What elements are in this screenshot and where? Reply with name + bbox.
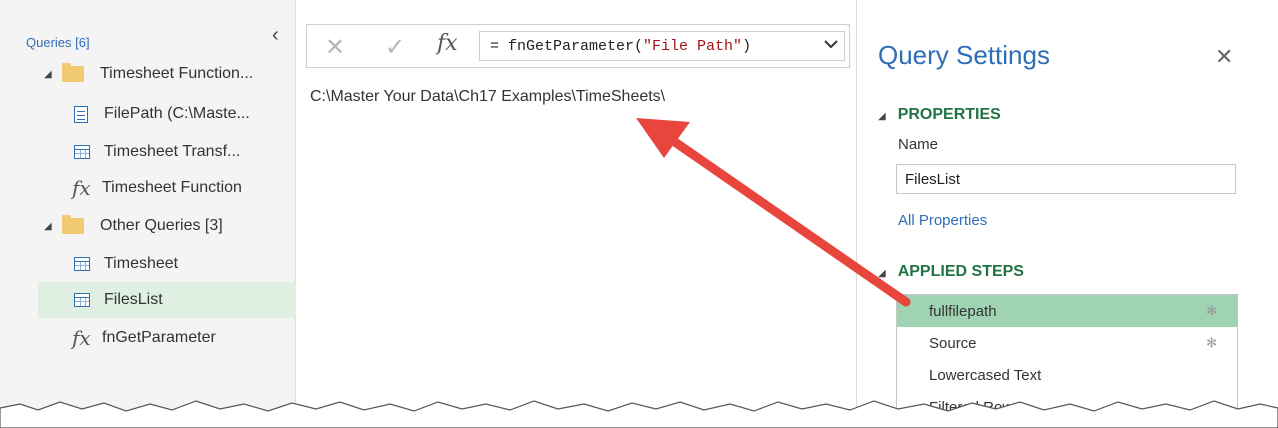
table-icon — [74, 257, 90, 271]
query-settings-title: Query Settings — [878, 40, 1050, 70]
step-label: Lowercased Text — [929, 366, 1042, 384]
collapse-triangle-icon[interactable]: ◢ — [878, 111, 886, 122]
formula-text: = fnGetParameter( — [490, 38, 644, 55]
query-item-timesheet-transform[interactable]: Timesheet Transf... — [38, 134, 296, 170]
formula-bar: ✕ ✓ fx = fnGetParameter("File Path") — [306, 24, 850, 68]
query-label: Timesheet Transf... — [104, 143, 241, 160]
group-label: Timesheet Function... — [100, 65, 254, 82]
query-item-timesheet-function[interactable]: fx Timesheet Function — [38, 170, 296, 206]
group-label: Other Queries [3] — [100, 217, 223, 234]
group-timesheet-function[interactable]: ◢ Timesheet Function... — [38, 56, 296, 92]
step-label: Source — [929, 334, 977, 352]
all-properties-link[interactable]: All Properties — [898, 212, 987, 229]
step-lowercased-text[interactable]: Lowercased Text — [897, 359, 1237, 391]
formula-string-literal: "File Path" — [643, 38, 743, 55]
insert-function-icon[interactable]: fx — [437, 31, 458, 56]
name-label: Name — [898, 136, 939, 153]
function-icon: fx — [72, 176, 91, 200]
table-icon — [74, 293, 90, 307]
query-name-field[interactable]: FilesList — [896, 164, 1236, 194]
query-item-timesheet[interactable]: Timesheet — [38, 246, 296, 282]
query-label: FilePath (C:\Maste... — [104, 105, 250, 122]
gear-icon[interactable]: ✻ — [1206, 303, 1217, 319]
expand-formula-chevron-icon[interactable] — [823, 29, 839, 62]
cancel-formula-icon[interactable]: ✕ — [325, 33, 345, 62]
formula-text-end: ) — [742, 38, 752, 55]
queries-pane: Queries [6] ‹ ◢ Timesheet Function... Fi… — [0, 0, 296, 428]
gear-icon[interactable]: ✻ — [1206, 335, 1217, 351]
table-icon — [74, 145, 90, 159]
properties-section-header[interactable]: ◢ PROPERTIES — [878, 106, 1001, 124]
group-other-queries[interactable]: ◢ Other Queries [3] — [38, 208, 296, 244]
step-label: fullfilepath — [929, 302, 997, 320]
collapse-triangle-icon[interactable]: ◢ — [878, 268, 886, 279]
folder-icon — [62, 215, 84, 234]
query-label: Timesheet Function — [102, 179, 242, 196]
pane-divider — [856, 0, 857, 428]
applied-steps-section-header[interactable]: ◢ APPLIED STEPS — [878, 263, 1024, 281]
query-label: Timesheet — [104, 255, 179, 272]
query-item-fngetparameter[interactable]: fx fnGetParameter — [38, 320, 296, 356]
query-label: FilesList — [104, 291, 163, 308]
query-label: fnGetParameter — [102, 329, 216, 346]
section-label: APPLIED STEPS — [897, 263, 1024, 280]
parameter-icon — [74, 105, 88, 123]
formula-input[interactable]: = fnGetParameter("File Path") — [479, 31, 845, 61]
query-item-fileslist[interactable]: FilesList — [38, 282, 296, 318]
section-label: PROPERTIES — [897, 106, 1001, 123]
queries-header: Queries [6] — [26, 35, 90, 50]
collapse-pane-button[interactable]: ‹ — [272, 25, 286, 45]
torn-edge — [0, 400, 1278, 428]
folder-icon — [62, 63, 84, 82]
query-result-value: C:\Master Your Data\Ch17 Examples\TimeSh… — [310, 88, 666, 105]
step-source[interactable]: Source ✻ — [897, 327, 1237, 359]
expand-triangle-icon[interactable]: ◢ — [44, 69, 58, 80]
close-settings-icon[interactable]: ✕ — [1215, 44, 1233, 70]
commit-formula-icon[interactable]: ✓ — [385, 33, 405, 62]
function-icon: fx — [72, 326, 91, 350]
step-fullfilepath[interactable]: fullfilepath ✻ — [897, 295, 1237, 327]
query-item-filepath[interactable]: FilePath (C:\Maste... — [38, 96, 296, 132]
expand-triangle-icon[interactable]: ◢ — [44, 221, 58, 232]
